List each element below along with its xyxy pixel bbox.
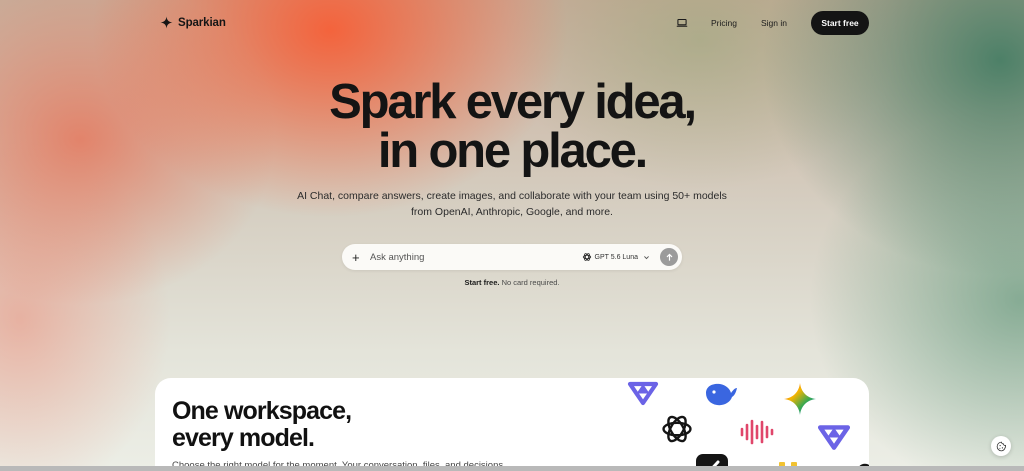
workspace-card: One workspace, every model. Choose the r… xyxy=(155,378,869,471)
plus-icon[interactable]: + xyxy=(352,251,362,264)
workspace-title: One workspace, every model. xyxy=(172,397,352,452)
cookie-icon xyxy=(996,441,1006,451)
spark-icon xyxy=(160,16,173,29)
hero-subtitle: AI Chat, compare answers, create images,… xyxy=(0,188,1024,220)
nav-link-pricing[interactable]: Pricing xyxy=(711,18,737,28)
start-free-button[interactable]: Start free xyxy=(811,10,869,35)
chevron-down-icon xyxy=(644,255,649,259)
workspace-title-line-2: every model. xyxy=(172,424,315,452)
hero-title-line-2: in one place. xyxy=(377,124,648,178)
nav-link-sign-in[interactable]: Sign in xyxy=(761,18,787,28)
brand-name: Sparkian xyxy=(178,16,226,29)
hero-subtitle-line-1: AI Chat, compare answers, create images,… xyxy=(297,190,727,202)
ask-anything-input[interactable] xyxy=(370,251,582,263)
page-bottom-edge xyxy=(0,466,1024,471)
arrow-up-icon xyxy=(666,253,672,261)
chat-prompt-bar: + GPT 5.6 Luna xyxy=(342,244,682,270)
laptop-icon[interactable] xyxy=(675,16,689,30)
openai-icon xyxy=(582,253,591,261)
model-logo-violet-triangle-icon xyxy=(627,381,659,406)
top-nav: Sparkian Pricing Sign in Start free xyxy=(160,10,869,35)
model-logo-whale-icon xyxy=(706,383,737,406)
workspace-title-line-1: One workspace, xyxy=(172,397,352,425)
model-logo-violet-triangle-2-icon xyxy=(817,425,851,450)
start-free-note-bold: Start free. xyxy=(464,278,500,287)
hero-title-line-1: Spark every idea, xyxy=(329,75,697,129)
model-logo-sparkle-icon xyxy=(784,383,816,415)
start-free-note-rest: No card required. xyxy=(499,278,560,287)
hero-subtitle-line-2: from OpenAI, Anthropic, Google, and more… xyxy=(411,206,613,218)
model-selector[interactable]: GPT 5.6 Luna xyxy=(582,252,650,262)
nav-actions: Pricing Sign in Start free xyxy=(675,10,869,35)
model-logo-openai-icon xyxy=(662,415,692,443)
start-free-note: Start free. No card required. xyxy=(0,278,1024,287)
hero-title: Spark every idea, in one place. xyxy=(0,78,1024,176)
send-button[interactable] xyxy=(660,248,678,266)
model-name: GPT 5.6 Luna xyxy=(594,253,638,261)
model-logo-waveform-icon xyxy=(740,419,774,445)
cookie-settings-button[interactable] xyxy=(991,436,1011,456)
brand-logo[interactable]: Sparkian xyxy=(160,16,226,29)
